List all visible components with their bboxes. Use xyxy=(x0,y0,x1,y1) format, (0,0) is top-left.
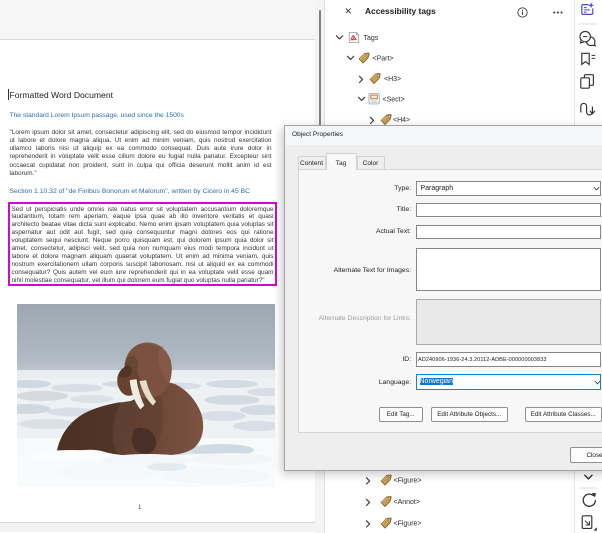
svg-text:<H4>: <H4> xyxy=(393,117,410,124)
svg-text:<Figure>: <Figure> xyxy=(394,521,422,528)
svg-text:<Sect>: <Sect> xyxy=(383,97,405,104)
svg-text:<Annot>: <Annot> xyxy=(394,499,420,506)
svg-text:Tags: Tags xyxy=(364,35,379,42)
svg-text:<Part>: <Part> xyxy=(373,56,394,63)
svg-text:<H3>: <H3> xyxy=(384,76,401,83)
svg-text:<Figure>: <Figure> xyxy=(394,478,422,485)
